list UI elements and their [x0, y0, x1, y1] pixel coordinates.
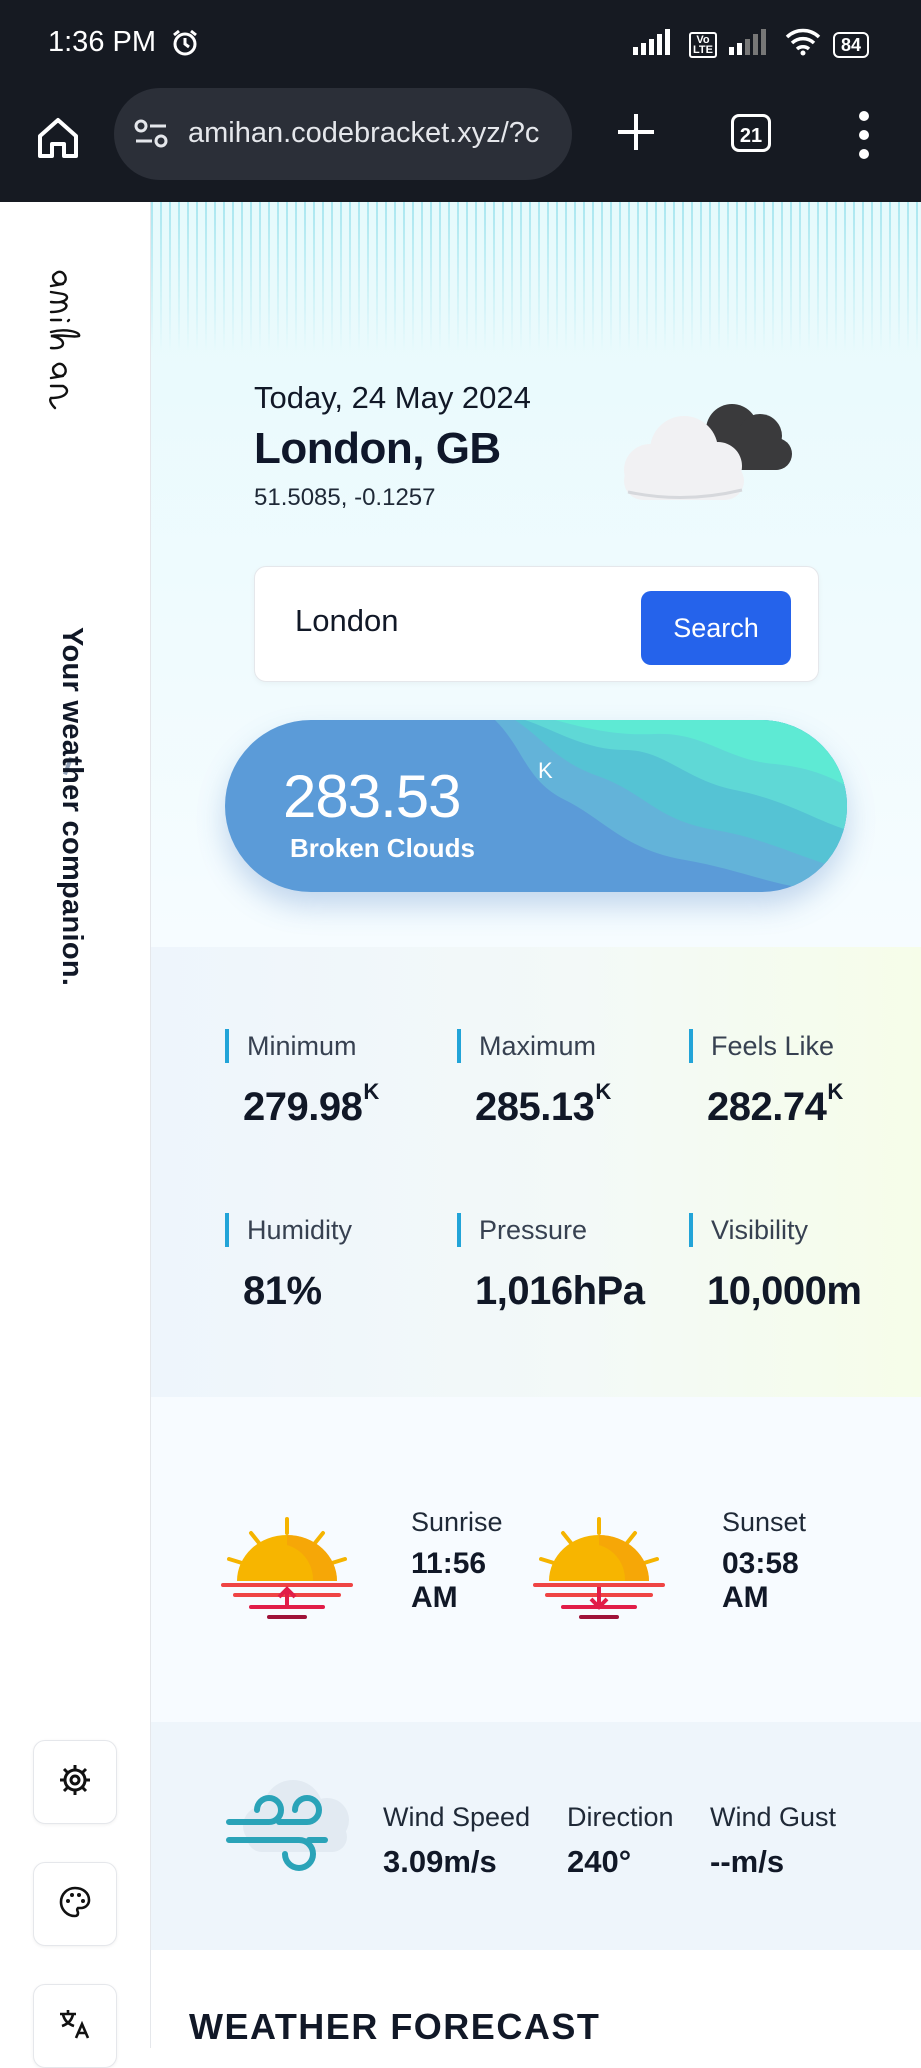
status-time: 1:36 PM: [48, 26, 156, 58]
amihan-logo[interactable]: [40, 262, 100, 507]
url-text[interactable]: amihan.codebracket.xyz/?c: [188, 117, 558, 150]
sunrise-icon: [221, 1511, 353, 1628]
signal-icon: [633, 29, 677, 60]
stat-value: 10,000m: [707, 1269, 862, 1313]
wind-direction-label: Direction: [567, 1802, 674, 1832]
current-weather-section: Today, 24 May 2024 London, GB 51.5085, -…: [151, 202, 921, 947]
date-prefix: Today,: [254, 380, 344, 415]
main-content: Today, 24 May 2024 London, GB 51.5085, -…: [151, 202, 921, 2048]
alarm-icon: [170, 28, 200, 63]
wind-speed-value: 3.09m/s: [383, 1844, 497, 1879]
stat-label: Maximum: [457, 1029, 677, 1063]
status-bar: 1:36 PM Vo LTE 84: [0, 0, 921, 88]
city-search-input[interactable]: [295, 603, 595, 639]
sunrise-label: Sunrise: [411, 1507, 503, 1537]
sunset-label: Sunset: [722, 1507, 807, 1537]
weather-description: Broken Clouds: [290, 833, 475, 863]
city-name: London, GB: [254, 424, 501, 473]
theme-button[interactable]: [33, 1862, 117, 1946]
current-date: Today, 24 May 2024: [254, 380, 531, 416]
sun-section: Sunrise 11:56 AM Sunset 03:58 AM: [151, 1397, 921, 1722]
stat-minimum: Minimum 279.98K: [225, 1029, 445, 1130]
stat-humidity: Humidity 81%: [225, 1213, 445, 1314]
forecast-section: WEATHER FORECAST: [151, 1950, 921, 2048]
battery-icon: 84: [832, 31, 869, 58]
wind-icon: [223, 1770, 359, 1885]
stat-pressure: Pressure 1,016hPa: [457, 1213, 677, 1314]
rain-decoration: [151, 202, 921, 352]
stat-unit: K: [595, 1079, 611, 1104]
broken-clouds-icon: [614, 392, 804, 517]
wifi-icon: [785, 28, 821, 61]
browser-toolbar: amihan.codebracket.xyz/?c 21: [0, 88, 921, 202]
sunset-time: 03:58 AM: [722, 1547, 799, 1614]
stat-unit: K: [363, 1079, 379, 1104]
search-button[interactable]: Search: [641, 591, 791, 665]
date-value: 24 May 2024: [343, 380, 531, 415]
stat-label: Humidity: [225, 1213, 445, 1247]
stats-grid: Minimum 279.98K Maximum 285.13K Feels Li…: [151, 947, 921, 1397]
gear-icon: [58, 1763, 92, 1802]
wind-section: Wind Speed 3.09m/s Direction 240° Wind G…: [151, 1722, 921, 1950]
translate-icon: [57, 2006, 93, 2047]
wind-gust-label: Wind Gust: [710, 1802, 837, 1832]
translate-button[interactable]: [33, 1984, 117, 2068]
address-bar[interactable]: amihan.codebracket.xyz/?c: [114, 88, 572, 180]
stat-value: 1,016hPa: [475, 1269, 645, 1313]
new-tab-button[interactable]: [612, 108, 660, 156]
stat-value: 279.98K: [243, 1079, 379, 1129]
search-card: Search: [254, 566, 819, 682]
more-menu-icon[interactable]: [858, 110, 870, 160]
temperature-card: 283.53 K Broken Clouds: [225, 720, 847, 892]
wind-gust-value: --m/s: [710, 1844, 785, 1879]
sunrise-time: 11:56 AM: [411, 1547, 487, 1614]
sidebar: Your weather companion.: [0, 202, 151, 2068]
volte-icon: Vo LTE: [689, 31, 717, 58]
stat-maximum: Maximum 285.13K: [457, 1029, 677, 1130]
signal-2-icon: [728, 29, 773, 60]
forecast-title: WEATHER FORECAST: [189, 2006, 601, 2047]
settings-button[interactable]: [33, 1740, 117, 1824]
wind-speed-label: Wind Speed: [383, 1802, 531, 1832]
stat-value: 285.13K: [475, 1079, 611, 1129]
temperature-value: 283.53: [283, 763, 462, 830]
stat-visibility: Visibility 10,000m: [689, 1213, 909, 1314]
stat-label: Feels Like: [689, 1029, 909, 1063]
site-settings-icon[interactable]: [134, 118, 170, 155]
stat-label: Visibility: [689, 1213, 909, 1247]
wind-direction-value: 240°: [567, 1844, 632, 1879]
stat-label: Minimum: [225, 1029, 445, 1063]
sunset-icon: [533, 1511, 665, 1628]
stat-value: 81%: [243, 1269, 322, 1313]
stat-feels-like: Feels Like 282.74K: [689, 1029, 909, 1130]
tagline: Your weather companion.: [56, 627, 88, 987]
coordinates: 51.5085, -0.1257: [254, 484, 436, 511]
palette-icon: [58, 1885, 92, 1924]
tab-switcher-button[interactable]: 21: [731, 114, 771, 152]
temperature-unit: K: [538, 758, 553, 783]
stat-unit: K: [827, 1079, 843, 1104]
stat-label: Pressure: [457, 1213, 677, 1247]
home-button[interactable]: [32, 112, 84, 164]
stat-value: 282.74K: [707, 1079, 843, 1129]
